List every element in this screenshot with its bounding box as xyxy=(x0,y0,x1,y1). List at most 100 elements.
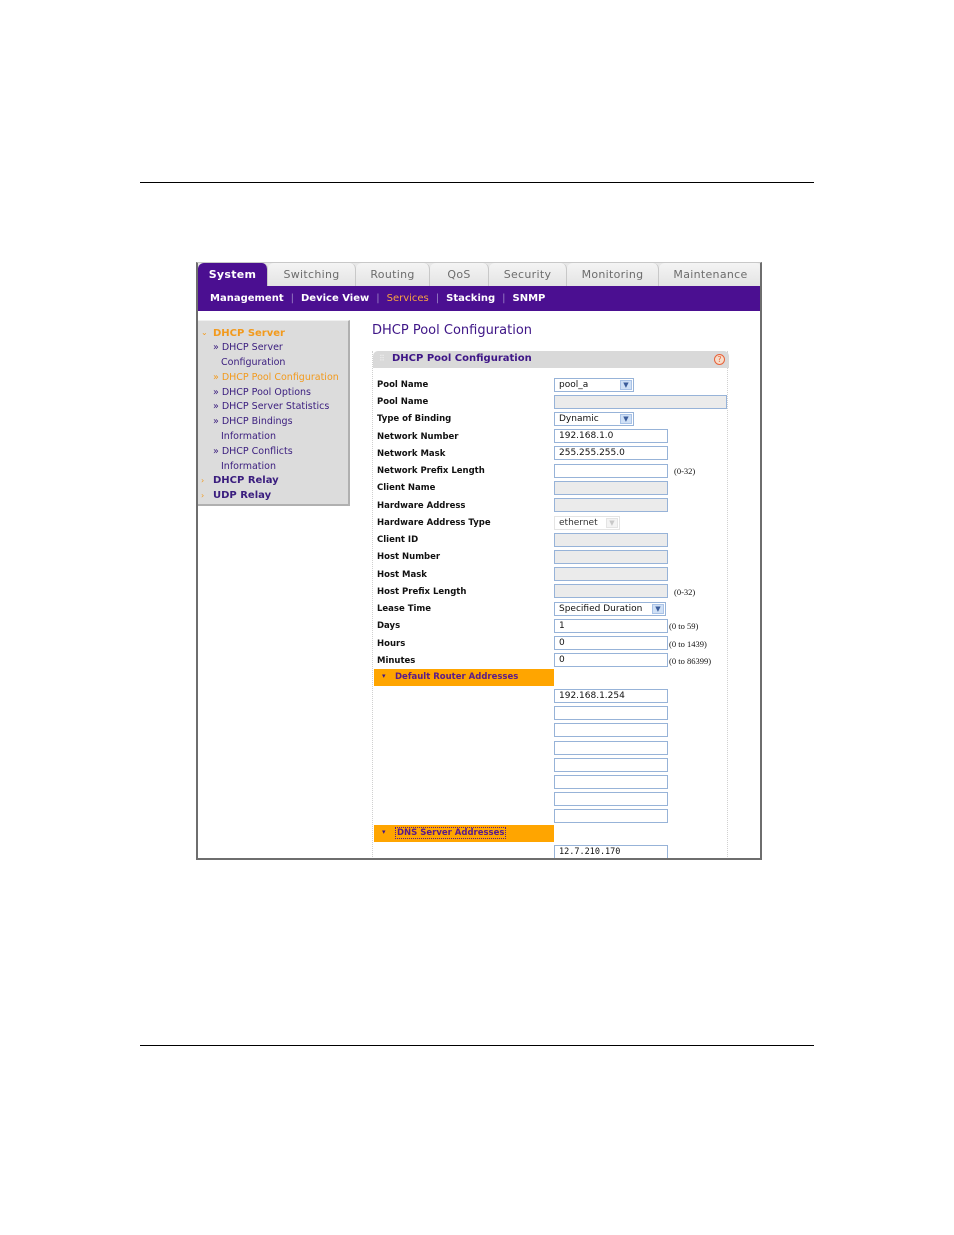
type-of-binding-select[interactable]: Dynamic ▼ xyxy=(554,412,634,426)
screenshot-frame: System Switching Routing QoS Security Mo… xyxy=(196,262,762,860)
client-name-input[interactable] xyxy=(554,481,668,495)
subnav-separator: | xyxy=(376,293,380,304)
subnav-separator: | xyxy=(290,293,294,304)
default-router-address-5[interactable] xyxy=(554,758,668,772)
hours-input[interactable]: 0 xyxy=(554,636,668,650)
label-hardware-address-type: Hardware Address Type xyxy=(377,518,491,528)
sidebar-item-dhcp-bindings-cont[interactable]: Information xyxy=(221,431,276,442)
host-mask-input[interactable] xyxy=(554,567,668,581)
label-hours: Hours xyxy=(377,639,406,649)
chevron-down-icon: ▼ xyxy=(620,380,632,390)
page-title: DHCP Pool Configuration xyxy=(372,323,533,338)
tab-routing[interactable]: Routing xyxy=(356,263,430,286)
tab-switching[interactable]: Switching xyxy=(268,263,356,286)
sidebar: ⌄ DHCP Server » DHCP Server Configuratio… xyxy=(198,320,350,506)
sidebar-item-dhcp-server-configuration-cont[interactable]: Configuration xyxy=(221,357,285,368)
default-router-address-2[interactable] xyxy=(554,706,668,720)
dns-server-section-toggle[interactable]: ▾ DNS Server Addresses xyxy=(374,825,554,842)
sidebar-dhcp-relay[interactable]: DHCP Relay xyxy=(213,475,279,486)
pool-name-input[interactable] xyxy=(554,395,727,409)
panel-title: DHCP Pool Configuration xyxy=(392,353,532,364)
subnav-services[interactable]: Services xyxy=(387,293,429,304)
tab-system[interactable]: System xyxy=(198,263,268,286)
default-router-address-4[interactable] xyxy=(554,741,668,755)
panel-header: ⠿ DHCP Pool Configuration ? xyxy=(373,351,729,368)
label-host-prefix-length: Host Prefix Length xyxy=(377,587,467,597)
sidebar-item-dhcp-server-configuration[interactable]: » DHCP Server xyxy=(213,342,283,353)
label-client-name: Client Name xyxy=(377,483,436,493)
sidebar-item-dhcp-server-statistics[interactable]: » DHCP Server Statistics xyxy=(213,401,329,412)
hardware-address-type-value: ethernet xyxy=(559,518,598,528)
subnav-device-view[interactable]: Device View xyxy=(301,293,369,304)
default-router-address-1[interactable]: 192.168.1.254 xyxy=(554,689,668,703)
host-number-input[interactable] xyxy=(554,550,668,564)
host-prefix-length-hint: (0-32) xyxy=(674,587,696,597)
days-hint: (0 to 59) xyxy=(669,621,699,631)
lease-time-value: Specified Duration xyxy=(559,604,643,614)
chevron-down-icon: ▼ xyxy=(606,518,618,528)
grip-icon: ⠿ xyxy=(379,354,385,363)
label-network-number: Network Number xyxy=(377,432,459,442)
subnav-stacking[interactable]: Stacking xyxy=(446,293,495,304)
chevron-right-icon: › xyxy=(201,491,205,500)
subnav-separator: | xyxy=(435,293,440,304)
label-pool-name: Pool Name xyxy=(377,380,429,390)
label-type-of-binding: Type of Binding xyxy=(377,414,452,424)
pool-name-select[interactable]: pool_a ▼ xyxy=(554,378,634,392)
tab-monitoring[interactable]: Monitoring xyxy=(567,263,659,286)
default-router-section-toggle[interactable]: ▾ Default Router Addresses xyxy=(374,669,554,686)
subnav-snmp[interactable]: SNMP xyxy=(513,293,546,304)
chevron-down-icon: ▼ xyxy=(652,604,664,614)
minutes-input[interactable]: 0 xyxy=(554,653,668,667)
lease-time-select[interactable]: Specified Duration ▼ xyxy=(554,602,666,616)
tab-maintenance[interactable]: Maintenance xyxy=(659,263,760,286)
caret-down-icon: ▾ xyxy=(382,828,386,836)
sidebar-item-dhcp-pool-options[interactable]: » DHCP Pool Options xyxy=(213,387,311,398)
main-tabs: System Switching Routing QoS Security Mo… xyxy=(198,263,760,286)
dhcp-pool-panel: ⠿ DHCP Pool Configuration ? Pool Name po… xyxy=(372,351,729,858)
chevron-down-icon: ▼ xyxy=(620,414,632,424)
default-router-address-8[interactable] xyxy=(554,809,668,823)
sidebar-item-dhcp-conflicts[interactable]: » DHCP Conflicts xyxy=(213,446,293,457)
minutes-hint: (0 to 86399) xyxy=(669,656,712,666)
sidebar-item-dhcp-pool-configuration[interactable]: » DHCP Pool Configuration xyxy=(213,372,339,383)
hardware-address-type-select[interactable]: ethernet ▼ xyxy=(554,516,620,530)
label-host-mask: Host Mask xyxy=(377,570,427,580)
sidebar-udp-relay[interactable]: UDP Relay xyxy=(213,490,271,501)
dns-server-address-1[interactable]: 12.7.210.170 xyxy=(554,845,668,858)
hardware-address-input[interactable] xyxy=(554,498,668,512)
default-router-address-7[interactable] xyxy=(554,792,668,806)
page-bottom-rule xyxy=(140,1045,814,1046)
sidebar-item-dhcp-bindings[interactable]: » DHCP Bindings xyxy=(213,416,293,427)
label-minutes: Minutes xyxy=(377,656,416,666)
host-prefix-length-input[interactable] xyxy=(554,584,668,598)
dns-server-section-title: DNS Server Addresses xyxy=(395,827,507,839)
chevron-down-icon: ⌄ xyxy=(201,328,208,337)
network-number-input[interactable]: 192.168.1.0 xyxy=(554,429,668,443)
default-router-section-title: Default Router Addresses xyxy=(395,672,519,682)
chevron-right-icon: › xyxy=(201,476,205,485)
default-router-address-6[interactable] xyxy=(554,775,668,789)
subnav-management[interactable]: Management xyxy=(210,293,284,304)
label-host-number: Host Number xyxy=(377,552,441,562)
sidebar-item-dhcp-conflicts-cont[interactable]: Information xyxy=(221,461,276,472)
help-icon[interactable]: ? xyxy=(714,354,725,365)
hours-hint: (0 to 1439) xyxy=(669,639,707,649)
tab-qos[interactable]: QoS xyxy=(430,263,489,286)
label-days: Days xyxy=(377,621,401,631)
client-id-input[interactable] xyxy=(554,533,668,547)
page-top-rule xyxy=(140,182,814,183)
label-lease-time: Lease Time xyxy=(377,604,432,614)
label-network-mask: Network Mask xyxy=(377,449,446,459)
network-mask-input[interactable]: 255.255.255.0 xyxy=(554,446,668,460)
network-prefix-length-input[interactable] xyxy=(554,464,668,478)
label-network-prefix-length: Network Prefix Length xyxy=(377,466,485,476)
days-input[interactable]: 1 xyxy=(554,619,668,633)
subnav-separator: | xyxy=(502,293,506,304)
tab-security[interactable]: Security xyxy=(489,263,567,286)
default-router-address-3[interactable] xyxy=(554,723,668,737)
label-client-id: Client ID xyxy=(377,535,419,545)
caret-down-icon: ▾ xyxy=(382,672,386,680)
type-of-binding-value: Dynamic xyxy=(559,414,599,424)
sidebar-dhcp-server[interactable]: DHCP Server xyxy=(213,328,285,339)
